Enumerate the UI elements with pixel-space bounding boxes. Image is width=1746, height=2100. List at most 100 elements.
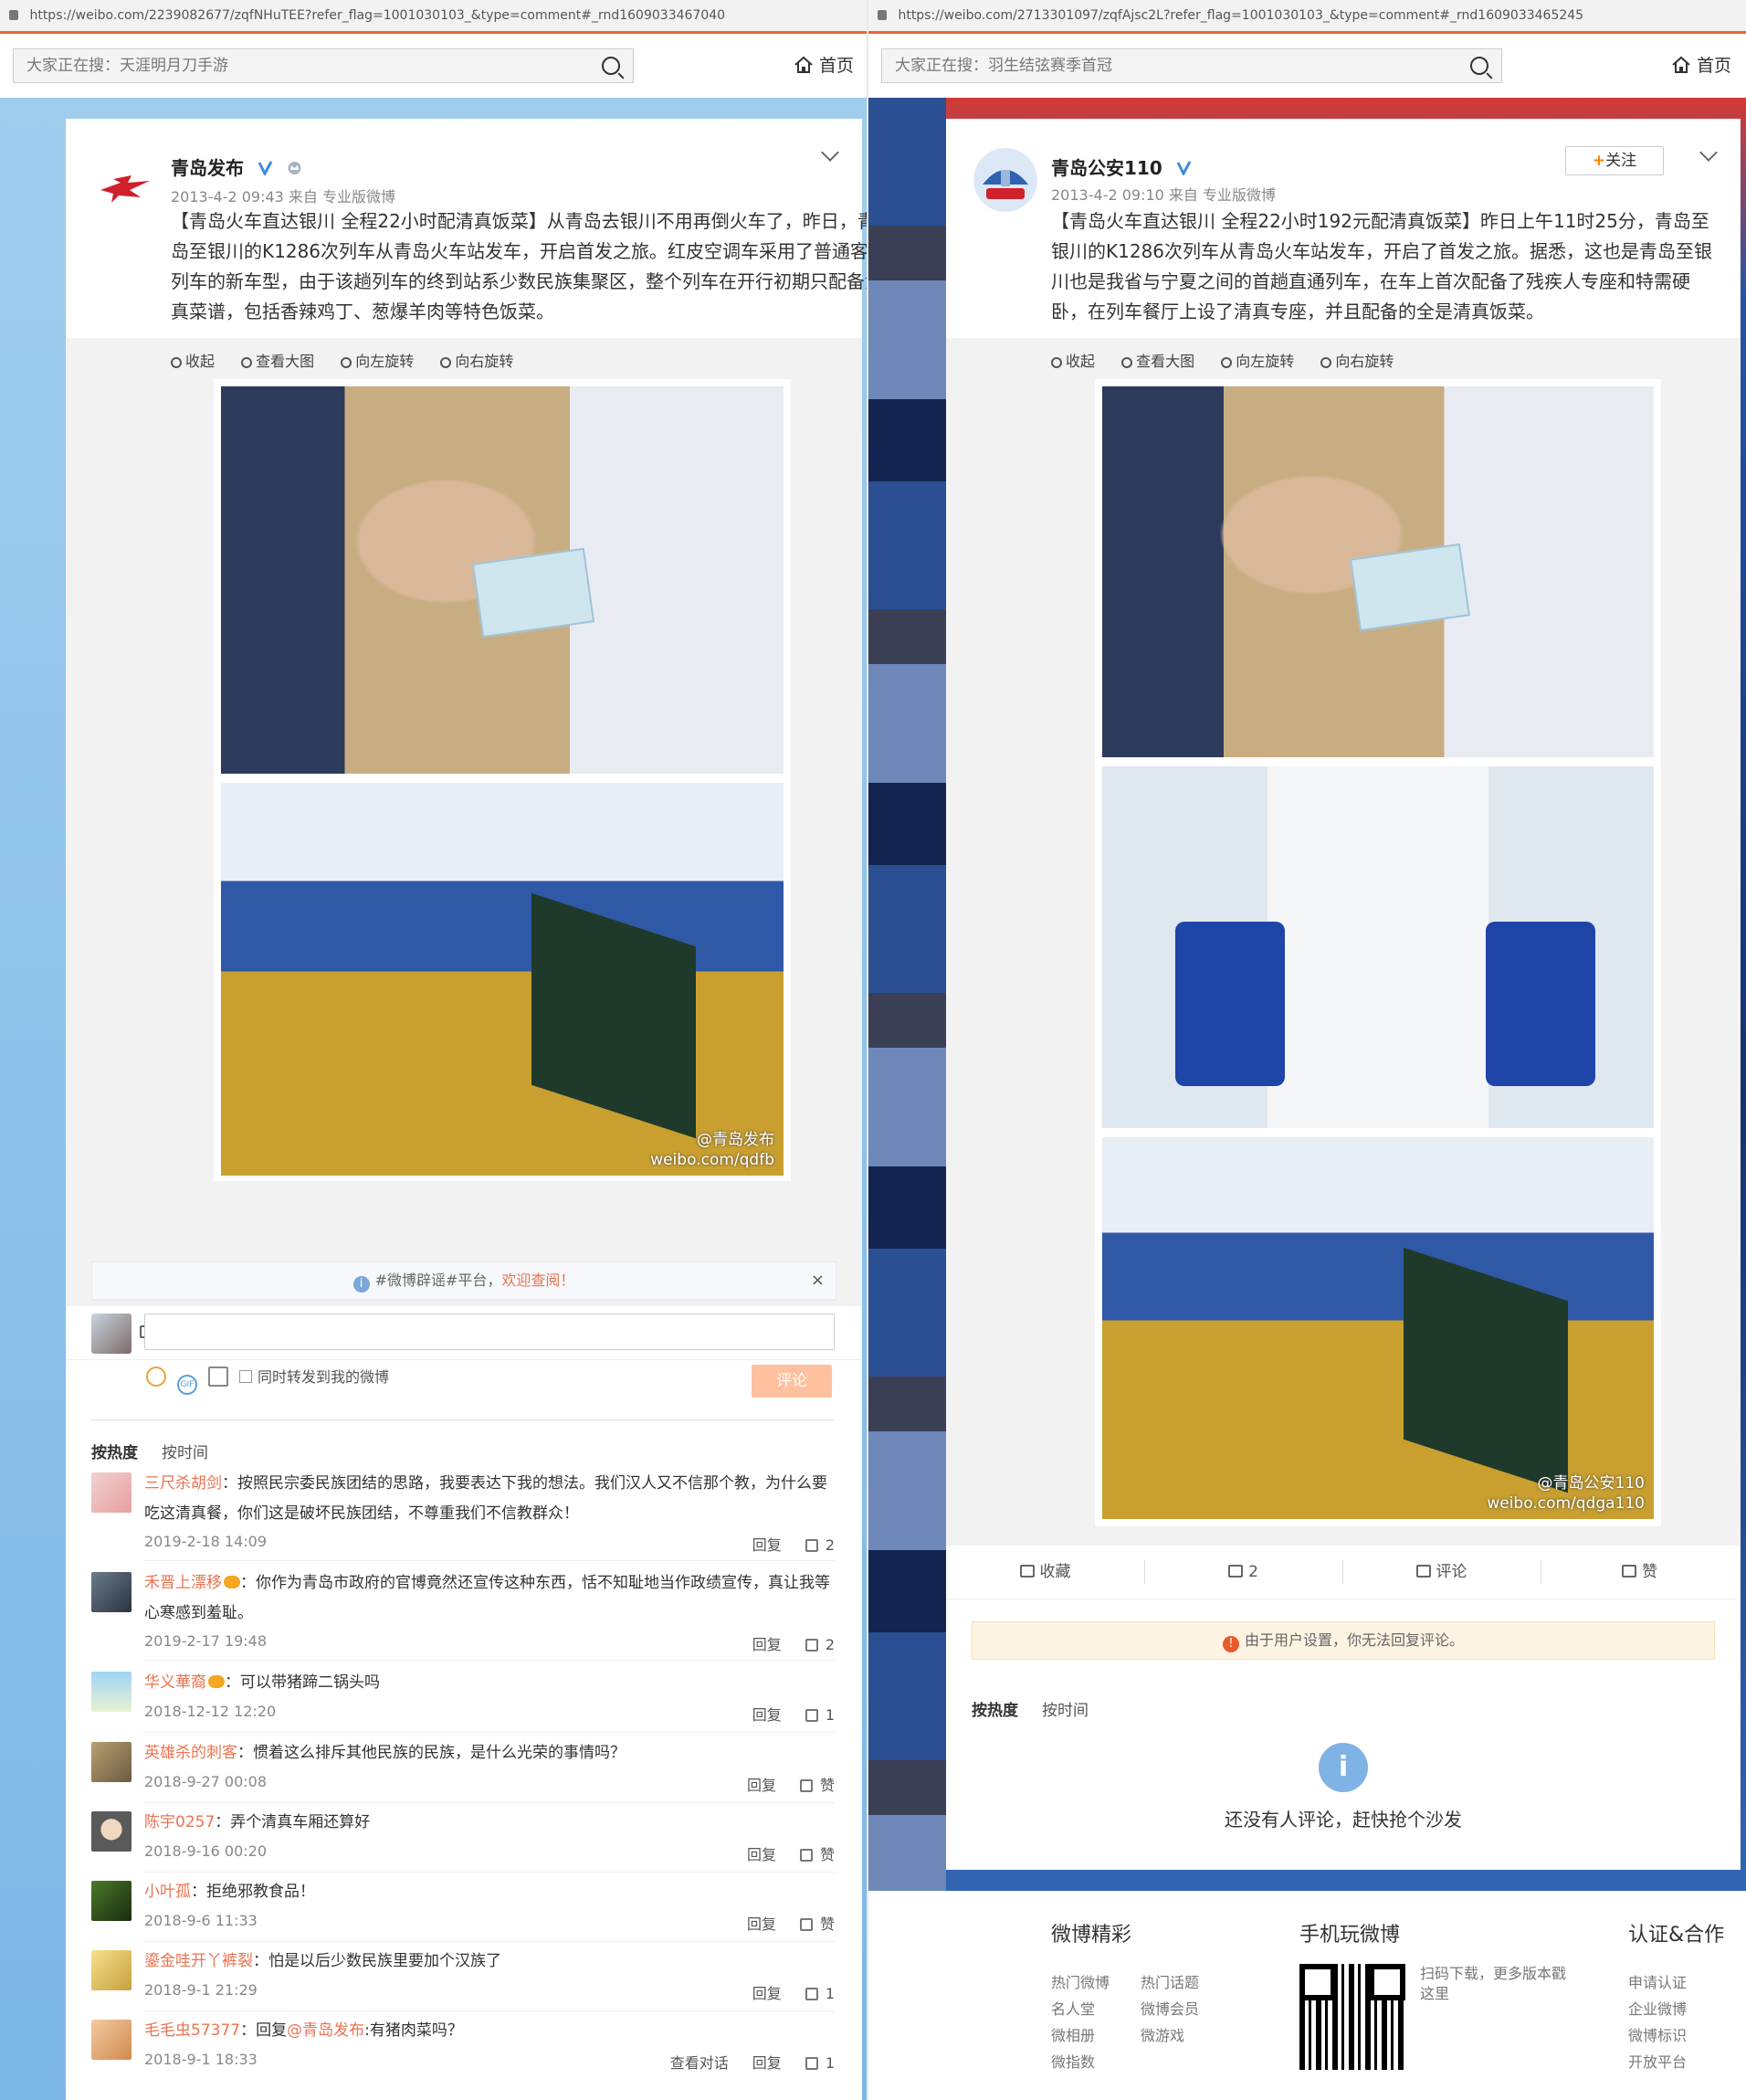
footer-link[interactable]: 微游戏	[1141, 2022, 1230, 2049]
qr-code[interactable]	[1292, 1957, 1413, 2077]
reply-button[interactable]: 回复	[747, 1915, 776, 1933]
commenter-name[interactable]: 陈宇0257	[144, 1813, 215, 1831]
like-button[interactable]: 1	[805, 1706, 835, 1724]
footer-link[interactable]: 微博标识	[1628, 2022, 1718, 2049]
footer-link[interactable]: 微博会员	[1141, 1996, 1230, 2022]
view-large-button[interactable]: 查看大图	[241, 353, 314, 370]
reply-button[interactable]: 回复	[747, 1777, 776, 1794]
comment-button[interactable]: 评论	[1342, 1546, 1541, 1599]
mention-link[interactable]: @青岛发布	[287, 2021, 364, 2040]
commenter-name[interactable]: 小叶孤	[144, 1883, 191, 1901]
commenter-name[interactable]: 英雄杀的刺客	[144, 1744, 237, 1762]
like-count: 赞	[819, 1777, 835, 1794]
collapse-button[interactable]: 收起	[1051, 353, 1095, 370]
rotate-right-button[interactable]: 向右旋转	[440, 353, 513, 370]
like-button[interactable]: 1	[805, 2054, 835, 2072]
author-avatar[interactable]	[973, 148, 1037, 212]
chevron-down-icon[interactable]	[821, 143, 839, 162]
repost-button[interactable]: 2	[1144, 1546, 1342, 1599]
reply-button[interactable]: 回复	[747, 1846, 776, 1863]
like-button[interactable]: 赞	[799, 1777, 835, 1794]
footer-link[interactable]: 热门话题	[1141, 1969, 1230, 1996]
sort-time-tab[interactable]: 按时间	[162, 1444, 208, 1462]
search-input[interactable]: 大家正在搜：羽生结弦赛季首冠	[881, 48, 1502, 83]
chevron-down-icon[interactable]	[1699, 143, 1718, 162]
footer-link[interactable]: 申请认证	[1628, 1969, 1718, 1996]
reply-button[interactable]: 回复	[752, 1636, 782, 1653]
download-text[interactable]: 扫码下载，更多版本戳这里	[1420, 1964, 1575, 2004]
passenger-ticket-photo[interactable]	[1102, 386, 1654, 757]
post-meta[interactable]: 2013-4-2 09:43 来自 专业版微博	[171, 185, 395, 206]
notice-link[interactable]: 欢迎查阅！	[501, 1272, 574, 1289]
halal-seat-photo[interactable]: @青岛公安110 weibo.com/qdga110	[1102, 1137, 1654, 1519]
home-link[interactable]: 首页	[1671, 52, 1731, 77]
search-input[interactable]: 大家正在搜：天涯明月刀手游	[13, 48, 634, 83]
commenter-avatar[interactable]	[91, 1881, 131, 1921]
reply-button[interactable]: 回复	[752, 1985, 782, 2002]
footer-link[interactable]: 开放平台	[1628, 2049, 1718, 2075]
rotate-right-button[interactable]: 向右旋转	[1320, 353, 1394, 370]
like-button[interactable]: 赞	[1541, 1546, 1739, 1599]
commenter-avatar[interactable]	[91, 2020, 131, 2060]
rotate-left-button[interactable]: 向左旋转	[1221, 353, 1294, 370]
commenter-avatar[interactable]	[91, 1742, 131, 1782]
close-icon[interactable]: ×	[811, 1262, 825, 1299]
favorite-button[interactable]: 收藏	[946, 1546, 1144, 1599]
url-text[interactable]: https://weibo.com/2713301097/zqfAjsc2L?r…	[898, 8, 1583, 23]
commenter-name[interactable]: 鎏金哇开丫裤裂	[144, 1952, 253, 1970]
home-link[interactable]: 首页	[794, 52, 854, 77]
address-bar[interactable]: https://weibo.com/2239082677/zqfNHuTEE?r…	[0, 0, 868, 34]
sort-time-tab[interactable]: 按时间	[1042, 1702, 1089, 1720]
search-icon[interactable]	[1470, 57, 1488, 75]
accessible-seat-photo[interactable]	[1102, 766, 1654, 1128]
reply-button[interactable]: 回复	[752, 1536, 782, 1554]
like-button[interactable]: 2	[805, 1536, 835, 1554]
commenter-name[interactable]: 毛毛虫57377	[144, 2021, 240, 2040]
author-name-text[interactable]: 青岛公安110	[1051, 157, 1162, 179]
user-avatar[interactable]	[91, 1314, 131, 1354]
sort-hot-tab[interactable]: 按热度	[972, 1702, 1018, 1720]
author-avatar[interactable]	[93, 155, 157, 219]
submit-comment-button[interactable]: 评论	[752, 1365, 832, 1398]
author-name[interactable]: 青岛发布	[171, 153, 302, 180]
post-meta[interactable]: 2013-4-2 09:10 来自 专业版微博	[1051, 183, 1276, 205]
comment-input[interactable]	[144, 1314, 835, 1350]
commenter-name[interactable]: 华义華裔	[144, 1673, 206, 1692]
footer-link[interactable]: 名人堂	[1051, 1996, 1141, 2022]
commenter-avatar[interactable]	[91, 1572, 131, 1612]
commenter-name[interactable]: 三尺杀胡剑	[144, 1474, 222, 1493]
like-button[interactable]: 1	[805, 1985, 835, 2002]
author-name-text[interactable]: 青岛发布	[171, 157, 244, 179]
address-bar[interactable]: https://weibo.com/2713301097/zqfAjsc2L?r…	[868, 0, 1746, 34]
view-large-button[interactable]: 查看大图	[1121, 353, 1194, 370]
footer-link[interactable]: 热门微博	[1051, 1969, 1141, 1996]
view-conversation-button[interactable]: 查看对话	[670, 2054, 729, 2072]
footer-link[interactable]: 微指数	[1051, 2049, 1141, 2075]
passenger-ticket-photo[interactable]	[221, 386, 784, 774]
sort-hot-tab[interactable]: 按热度	[91, 1444, 138, 1462]
image-icon[interactable]	[208, 1367, 228, 1387]
like-button[interactable]: 赞	[799, 1846, 835, 1863]
gif-icon[interactable]: GIF	[177, 1375, 197, 1395]
emoji-icon[interactable]	[146, 1367, 166, 1387]
commenter-avatar[interactable]	[91, 1472, 131, 1513]
like-button[interactable]: 2	[805, 1636, 835, 1653]
rotate-left-button[interactable]: 向左旋转	[341, 353, 414, 370]
commenter-avatar[interactable]	[91, 1950, 131, 1990]
halal-seat-photo[interactable]: @青岛发布 weibo.com/qdfb	[221, 783, 784, 1176]
search-icon[interactable]	[602, 57, 620, 75]
commenter-name[interactable]: 禾晋上漂移	[144, 1574, 222, 1592]
reply-button[interactable]: 回复	[752, 2054, 782, 2072]
url-text[interactable]: https://weibo.com/2239082677/zqfNHuTEE?r…	[29, 8, 725, 23]
footer-link[interactable]: 企业微博	[1628, 1996, 1718, 2022]
follow-button[interactable]: +关注	[1565, 146, 1664, 175]
reply-button[interactable]: 回复	[752, 1706, 782, 1724]
commenter-avatar[interactable]	[91, 1811, 131, 1852]
collapse-button[interactable]: 收起	[171, 353, 215, 370]
author-name[interactable]: 青岛公安110	[1051, 153, 1192, 180]
repost-checkbox[interactable]	[239, 1370, 252, 1383]
reply-prefix: ：回复	[240, 2021, 288, 2040]
commenter-avatar[interactable]	[91, 1672, 131, 1712]
footer-link[interactable]: 微相册	[1051, 2022, 1141, 2049]
like-button[interactable]: 赞	[799, 1915, 835, 1933]
